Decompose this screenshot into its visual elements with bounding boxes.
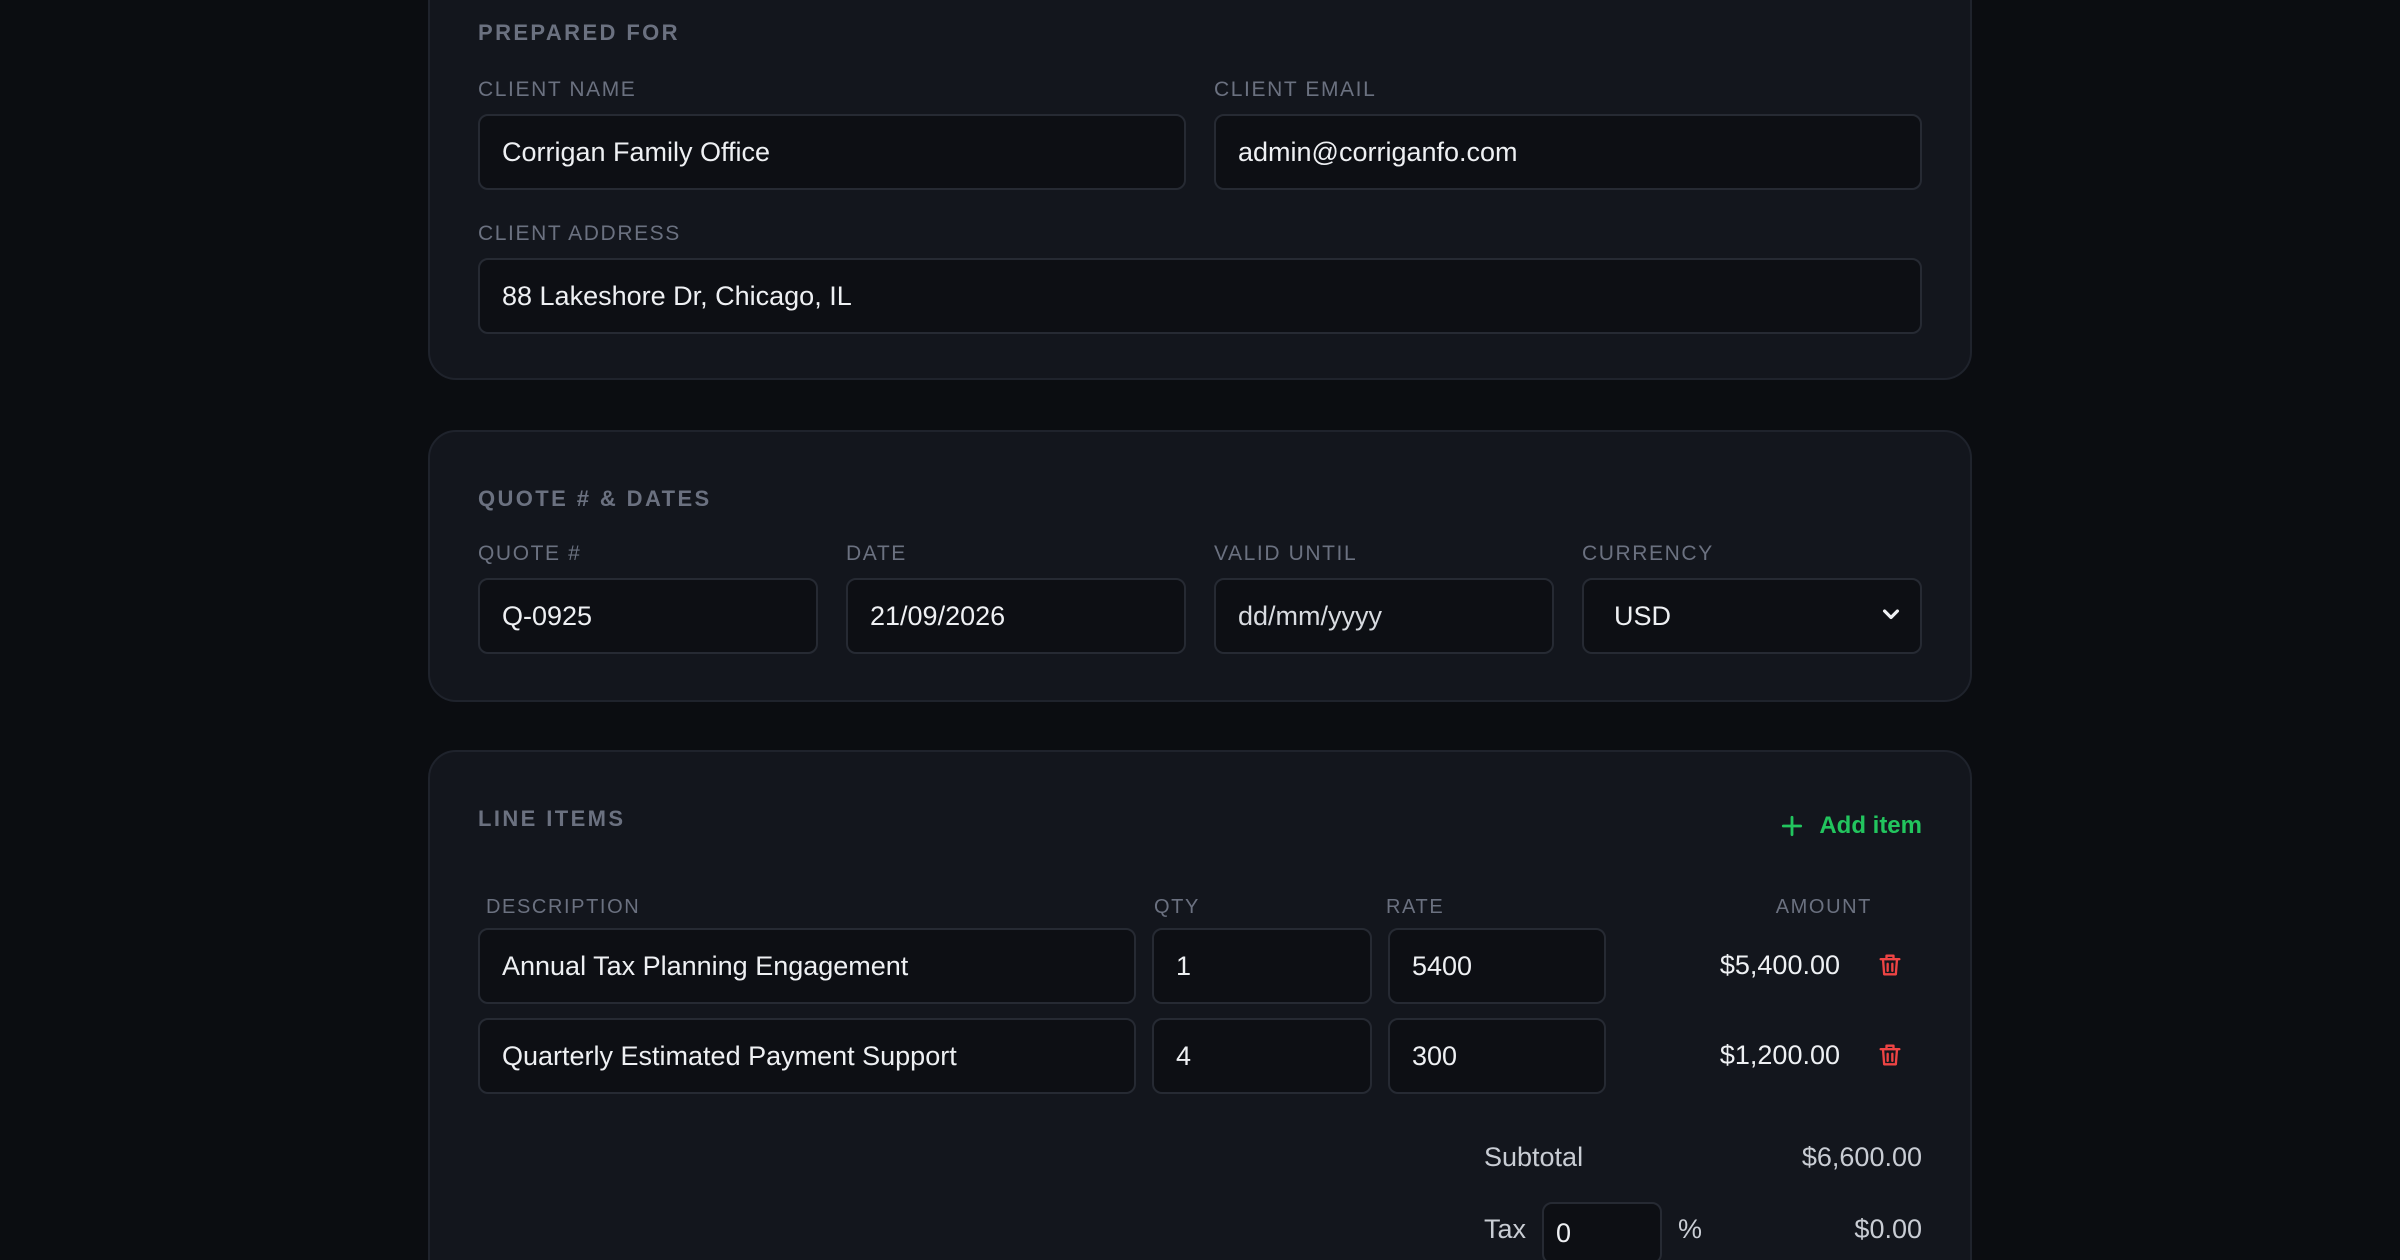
- add-item-label: Add item: [1819, 812, 1922, 839]
- section-title: QUOTE # & DATES: [478, 486, 712, 511]
- valid-until-label: VALID UNTIL: [1214, 542, 1358, 565]
- line-item-qty-input[interactable]: 1: [1152, 928, 1372, 1004]
- column-header-rate: RATE: [1386, 896, 1445, 918]
- quote-dates-card: QUOTE # & DATES QUOTE # Q-0925 DATE 21/0…: [428, 430, 1972, 702]
- line-item-description-input[interactable]: Quarterly Estimated Payment Support: [478, 1018, 1136, 1094]
- line-item-description-input[interactable]: Annual Tax Planning Engagement: [478, 928, 1136, 1004]
- prepared-for-card: PREPARED FOR CLIENT NAME Corrigan Family…: [428, 0, 1972, 380]
- line-item-qty-input[interactable]: 4: [1152, 1018, 1372, 1094]
- line-item-amount: $5,400.00: [1719, 950, 1840, 980]
- currency-label: CURRENCY: [1582, 542, 1714, 565]
- tax-rate-input[interactable]: 0: [1542, 1202, 1662, 1260]
- quote-number-input[interactable]: Q-0925: [478, 578, 818, 654]
- column-header-qty: QTY: [1154, 896, 1200, 918]
- tax-amount: $0.00: [1854, 1214, 1922, 1244]
- client-name-label: CLIENT NAME: [478, 78, 637, 101]
- chevron-down-icon: [1882, 609, 1900, 620]
- client-email-label: CLIENT EMAIL: [1214, 78, 1377, 101]
- subtotal-value: $6,600.00: [1801, 1142, 1922, 1172]
- line-item-amount: $1,200.00: [1719, 1040, 1840, 1070]
- currency-select[interactable]: USD: [1582, 578, 1922, 654]
- quote-number-label: QUOTE #: [478, 542, 582, 565]
- line-items-card: LINE ITEMS Add item DESCRIPTION QTY RATE…: [428, 750, 1972, 1260]
- date-label: DATE: [846, 542, 907, 565]
- date-input[interactable]: 21/09/2026: [846, 578, 1186, 654]
- line-item-rate-input[interactable]: 300: [1388, 1018, 1606, 1094]
- valid-until-input[interactable]: dd/mm/yyyy: [1214, 578, 1554, 654]
- trash-icon[interactable]: [1876, 1040, 1904, 1070]
- client-email-input[interactable]: admin@corriganfo.com: [1214, 114, 1922, 190]
- add-item-button[interactable]: Add item: [1779, 812, 1922, 840]
- tax-label: Tax: [1484, 1214, 1527, 1244]
- quote-editor: PREPARED FOR CLIENT NAME Corrigan Family…: [0, 0, 2400, 1260]
- currency-value: USD: [1614, 600, 1672, 631]
- column-header-description: DESCRIPTION: [486, 896, 641, 918]
- section-title: PREPARED FOR: [478, 20, 680, 45]
- column-header-amount: AMOUNT: [1775, 896, 1872, 918]
- client-name-input[interactable]: Corrigan Family Office: [478, 114, 1186, 190]
- client-address-label: CLIENT ADDRESS: [478, 222, 681, 245]
- line-item-rate-input[interactable]: 5400: [1388, 928, 1606, 1004]
- plus-icon: [1782, 815, 1803, 837]
- client-address-input[interactable]: 88 Lakeshore Dr, Chicago, IL: [478, 258, 1922, 334]
- trash-icon[interactable]: [1876, 950, 1904, 980]
- section-title: LINE ITEMS: [478, 806, 626, 831]
- subtotal-label: Subtotal: [1484, 1142, 1584, 1172]
